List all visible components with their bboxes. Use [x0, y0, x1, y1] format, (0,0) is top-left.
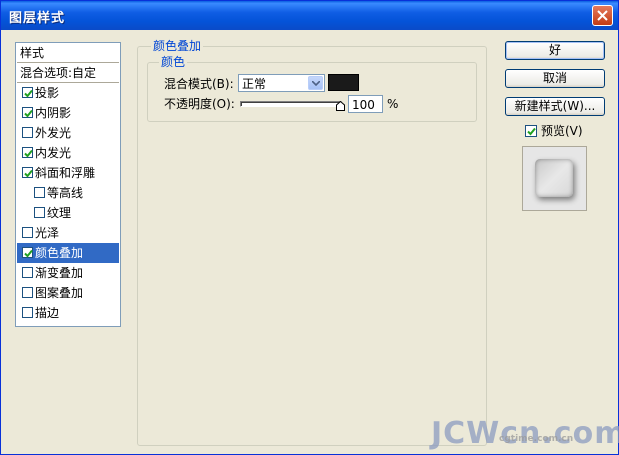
- style-list-item[interactable]: 等高线: [17, 183, 119, 203]
- color-overlay-title: 颜色叠加: [151, 39, 204, 53]
- preview-checkbox[interactable]: [525, 125, 537, 137]
- opacity-slider-thumb[interactable]: [336, 100, 345, 114]
- style-list-item[interactable]: 外发光: [17, 123, 119, 143]
- style-list-label: 内阴影: [35, 106, 72, 120]
- style-list-label: 样式: [20, 46, 45, 60]
- style-list-label: 渐变叠加: [35, 266, 84, 280]
- blend-mode-label: 混合模式(B):: [164, 77, 234, 91]
- check-icon: [527, 127, 536, 136]
- new-style-button[interactable]: 新建样式(W)...: [505, 97, 605, 116]
- style-checkbox[interactable]: [22, 147, 33, 158]
- style-list-label: 描边: [35, 306, 60, 320]
- blend-mode-value: 正常: [242, 77, 267, 91]
- style-list-item[interactable]: 纹理: [17, 203, 119, 223]
- style-checkbox[interactable]: [22, 107, 33, 118]
- style-list-item[interactable]: 描边: [17, 303, 119, 323]
- opacity-label: 不透明度(O):: [164, 97, 235, 111]
- style-checkbox[interactable]: [22, 167, 33, 178]
- style-list-label: 颜色叠加: [35, 246, 84, 260]
- dropdown-arrow-icon[interactable]: [308, 76, 323, 90]
- style-list-label: 投影: [35, 86, 60, 100]
- ok-button[interactable]: 好: [505, 41, 605, 60]
- style-list: 样式混合选项:自定投影内阴影外发光内发光斜面和浮雕等高线纹理光泽颜色叠加渐变叠加…: [15, 42, 121, 327]
- opacity-slider-track[interactable]: [240, 101, 342, 107]
- style-list-label: 混合选项:自定: [20, 66, 97, 80]
- style-checkbox[interactable]: [22, 267, 33, 278]
- style-list-item[interactable]: 内发光: [17, 143, 119, 163]
- style-list-label: 外发光: [35, 126, 72, 140]
- style-list-label: 等高线: [47, 186, 84, 200]
- style-checkbox[interactable]: [22, 87, 33, 98]
- opacity-input[interactable]: 100: [348, 95, 383, 113]
- cancel-button[interactable]: 取消: [505, 69, 605, 88]
- style-list-item[interactable]: 颜色叠加: [17, 243, 119, 263]
- blend-mode-select[interactable]: 正常: [238, 74, 325, 92]
- style-checkbox[interactable]: [22, 227, 33, 238]
- style-list-item[interactable]: 斜面和浮雕: [17, 163, 119, 183]
- opacity-value: 100: [352, 98, 375, 112]
- style-list-item[interactable]: 图案叠加: [17, 283, 119, 303]
- preview-thumbnail: [535, 159, 573, 197]
- watermark: JCWcn.com cgtime.com.cn: [431, 396, 619, 454]
- style-list-item[interactable]: 混合选项:自定: [17, 63, 119, 83]
- layer-style-dialog: 图层样式 样式 混合选项:自定 投影 内阴影 外发光 内发光 斜面和浮雕 等高线 纹理 光泽 颜色叠…: [0, 0, 619, 455]
- style-preview: [522, 146, 587, 211]
- style-checkbox[interactable]: [22, 247, 33, 258]
- style-checkbox[interactable]: [34, 187, 45, 198]
- style-checkbox[interactable]: [34, 207, 45, 218]
- style-list-item[interactable]: 内阴影: [17, 103, 119, 123]
- style-list-item[interactable]: 渐变叠加: [17, 263, 119, 283]
- preview-label: 预览(V): [541, 124, 583, 138]
- style-list-label: 光泽: [35, 226, 60, 240]
- color-subgroup: [147, 62, 477, 122]
- style-checkbox[interactable]: [22, 127, 33, 138]
- watermark-line2: cgtime.com.cn: [499, 434, 574, 444]
- style-list-label: 纹理: [47, 206, 72, 220]
- close-button[interactable]: [592, 5, 613, 26]
- style-list-label: 内发光: [35, 146, 72, 160]
- opacity-unit: %: [387, 97, 399, 111]
- style-list-item[interactable]: 样式: [17, 43, 119, 63]
- style-checkbox[interactable]: [22, 307, 33, 318]
- color-subgroup-title: 颜色: [159, 55, 188, 69]
- style-checkbox[interactable]: [22, 287, 33, 298]
- style-list-label: 图案叠加: [35, 286, 84, 300]
- style-list-item[interactable]: 投影: [17, 83, 119, 103]
- style-list-item[interactable]: 光泽: [17, 223, 119, 243]
- window-title: 图层样式: [9, 11, 66, 26]
- title-bar[interactable]: 图层样式: [1, 1, 618, 30]
- overlay-color-swatch[interactable]: [328, 74, 359, 91]
- style-list-label: 斜面和浮雕: [35, 166, 96, 180]
